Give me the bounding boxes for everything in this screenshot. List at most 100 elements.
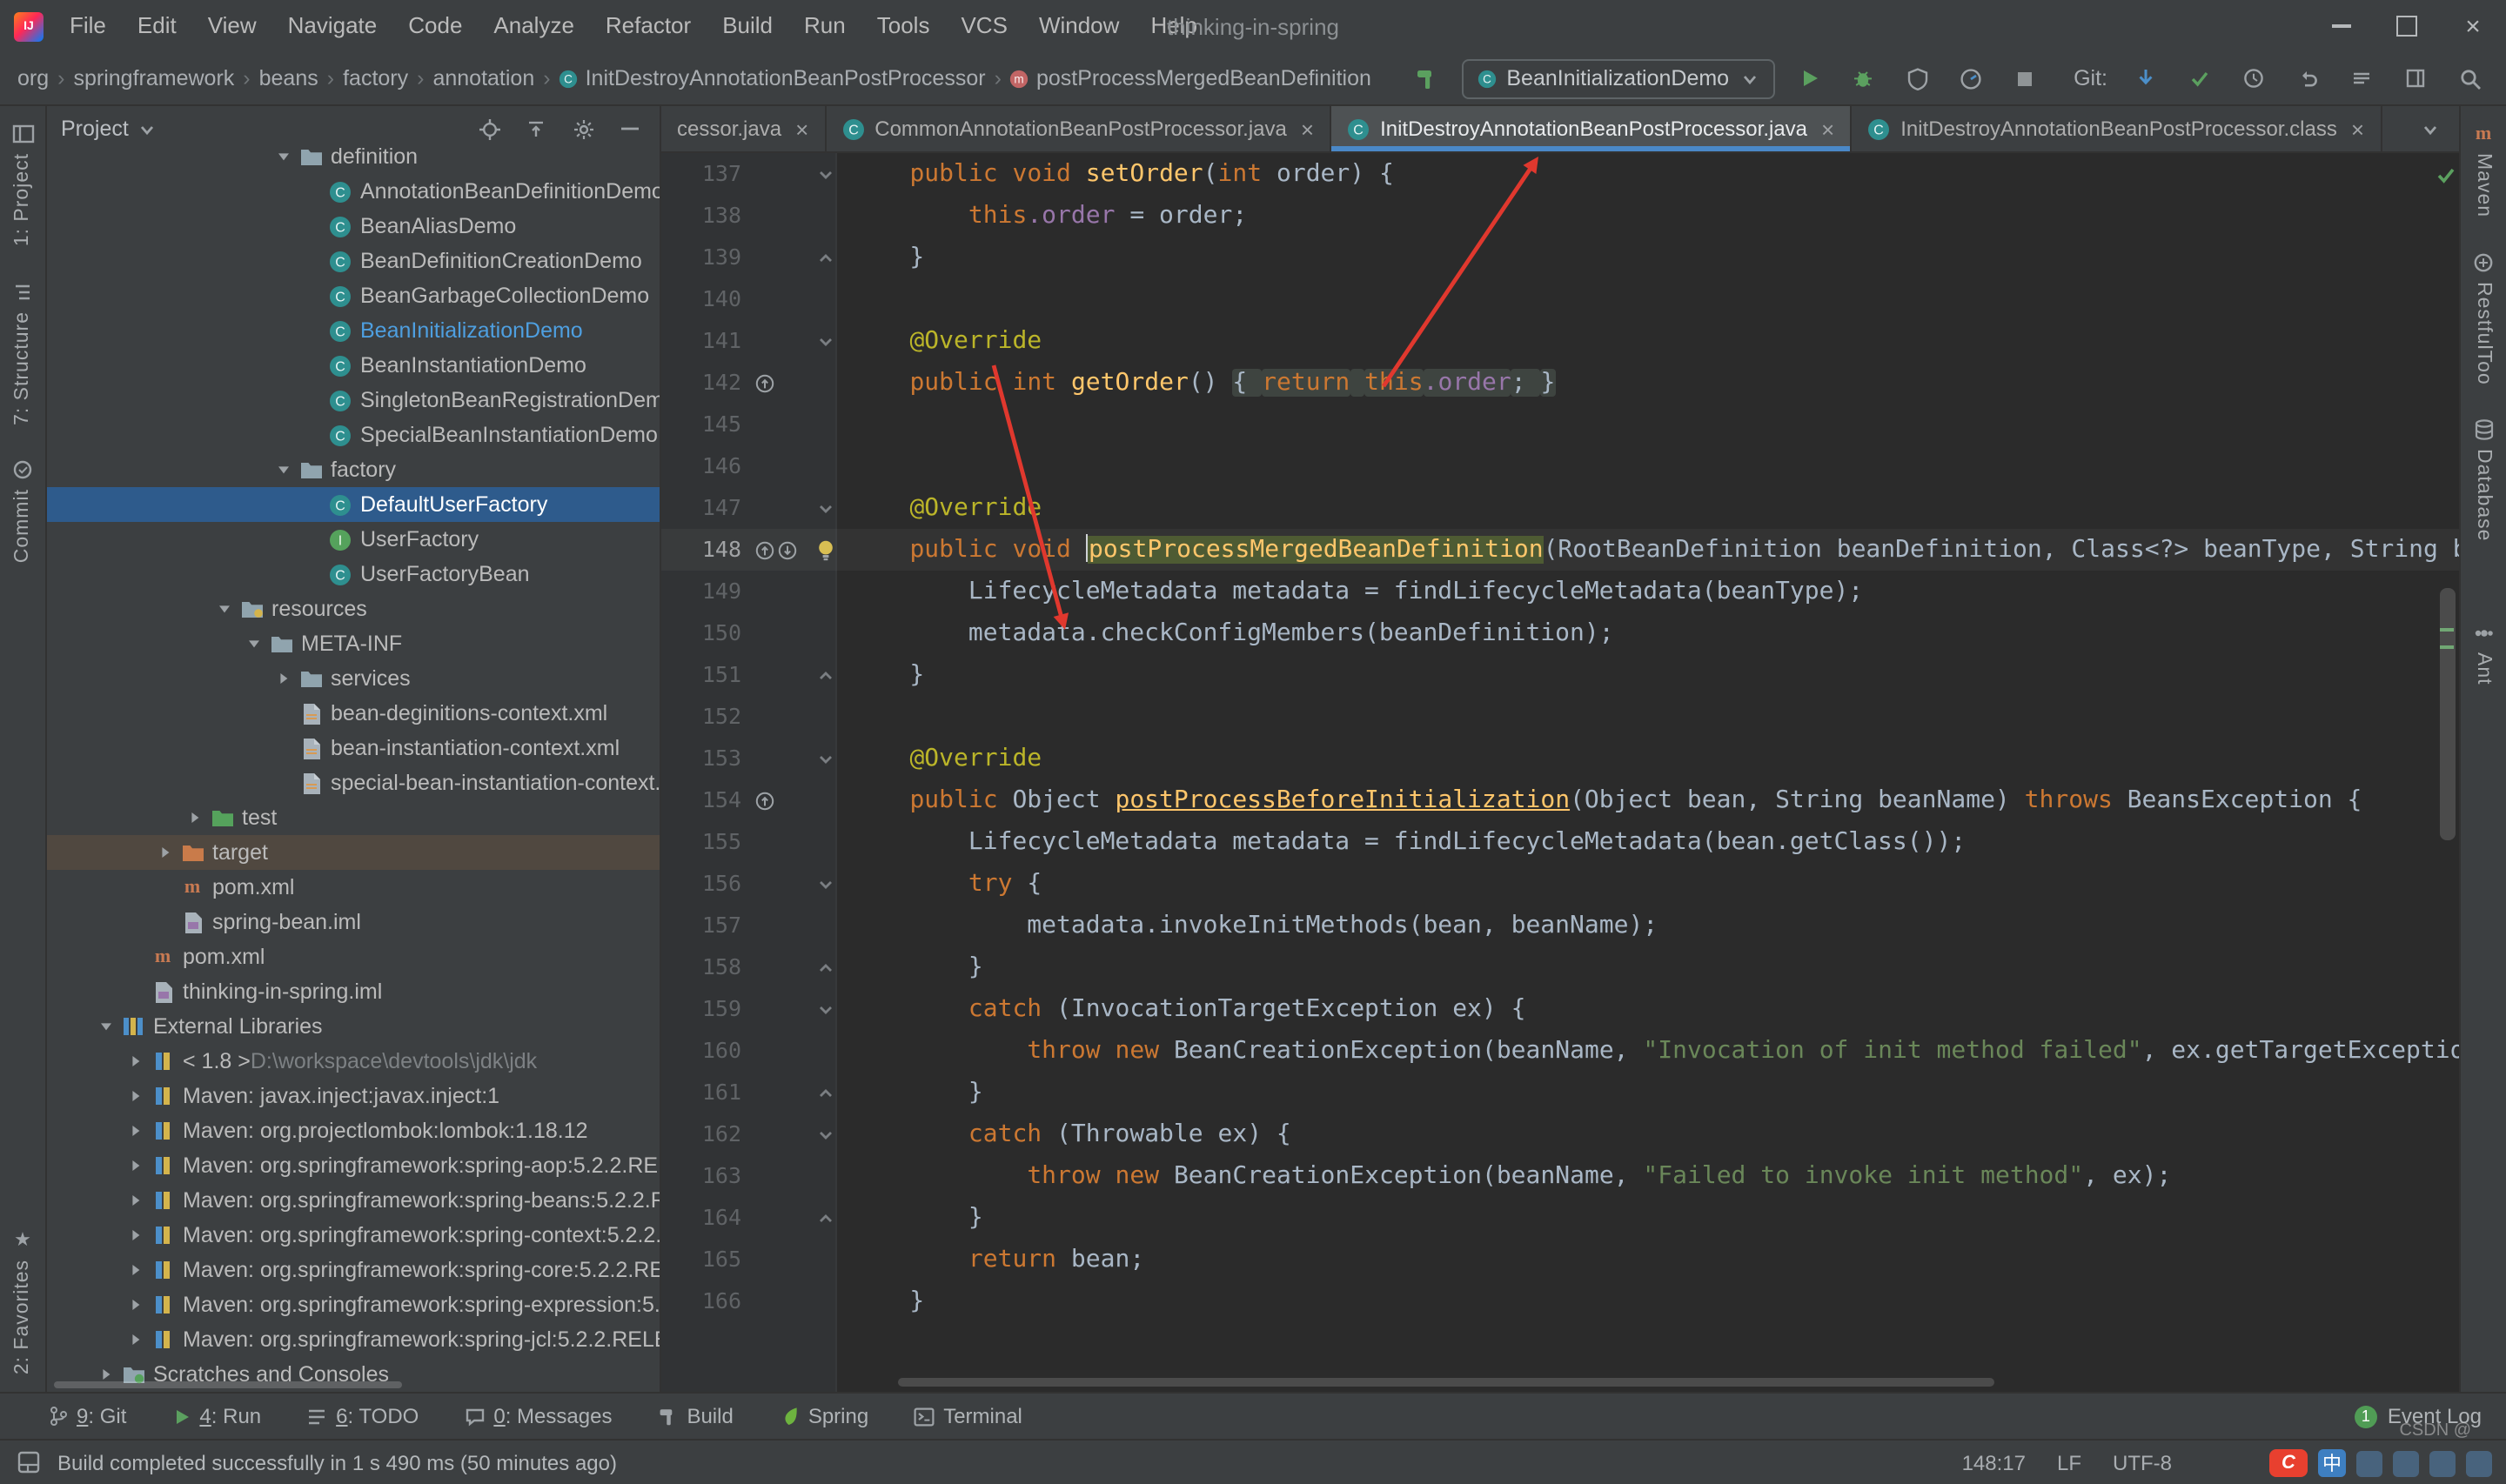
- line-number[interactable]: 159: [661, 988, 755, 1030]
- tree-item-maven-org-springframework-spring-expression-5-2-2[interactable]: Maven: org.springframework:spring-expres…: [47, 1287, 660, 1322]
- breadcrumb-item-initdestroyannotationbeanpostprocessor[interactable]: CInitDestroyAnnotationBeanPostProcessor: [559, 66, 986, 90]
- tree-item-beandefinitioncreationdemo[interactable]: CBeanDefinitionCreationDemo: [47, 244, 660, 278]
- tree-item-maven-org-springframework-spring-context-5-2-2-re[interactable]: Maven: org.springframework:spring-contex…: [47, 1218, 660, 1253]
- fold-down-icon[interactable]: [817, 1126, 833, 1142]
- tree-item-bean-instantiation-context-xml[interactable]: bean-instantiation-context.xml: [47, 731, 660, 765]
- tool-window-button-todo[interactable]: 6: TODO: [306, 1404, 419, 1428]
- run-button[interactable]: [1790, 59, 1828, 97]
- line-number[interactable]: 164: [661, 1197, 755, 1239]
- git-commit-button[interactable]: [2181, 59, 2219, 97]
- tree-item-meta-inf[interactable]: META-INF: [47, 626, 660, 661]
- code-text[interactable]: try {: [839, 863, 2459, 905]
- tree-item-pom-xml[interactable]: mpom.xml: [47, 939, 660, 974]
- overriding-method-icon[interactable]: [755, 791, 774, 810]
- tree-item-maven-org-springframework-spring-core-5-2-2-relea[interactable]: Maven: org.springframework:spring-core:5…: [47, 1253, 660, 1287]
- tree-item-singletonbeanregistrationdemo[interactable]: CSingletonBeanRegistrationDemo: [47, 383, 660, 418]
- code-text[interactable]: throw new BeanCreationException(beanName…: [839, 1030, 2459, 1072]
- debug-button[interactable]: [1844, 59, 1882, 97]
- code-line-162[interactable]: 162 catch (Throwable ex) {: [661, 1113, 2459, 1155]
- git-search-button[interactable]: [2450, 59, 2489, 97]
- tree-item-test[interactable]: test: [47, 800, 660, 835]
- tree-item-specialbeaninstantiationdemo[interactable]: CSpecialBeanInstantiationDemo: [47, 418, 660, 452]
- code-line-159[interactable]: 159 catch (InvocationTargetException ex)…: [661, 988, 2459, 1030]
- code-text[interactable]: @Override: [839, 320, 2459, 362]
- code-line-161[interactable]: 161 }: [661, 1072, 2459, 1113]
- collapsed-arrow-icon[interactable]: [153, 844, 178, 861]
- menu-build[interactable]: Build: [707, 0, 788, 52]
- code-text[interactable]: this.order = order;: [839, 195, 2459, 237]
- line-number[interactable]: 142: [661, 362, 755, 404]
- collapsed-arrow-icon[interactable]: [124, 1192, 148, 1209]
- code-text[interactable]: catch (Throwable ex) {: [839, 1113, 2459, 1155]
- close-tab-icon[interactable]: ×: [1818, 116, 1834, 142]
- line-number[interactable]: 166: [661, 1280, 755, 1322]
- fold-down-icon[interactable]: [817, 166, 833, 182]
- tree-item-bean-deginitions-context-xml[interactable]: bean-deginitions-context.xml: [47, 696, 660, 731]
- collapsed-arrow-icon[interactable]: [124, 1296, 148, 1314]
- collapsed-arrow-icon[interactable]: [124, 1053, 148, 1070]
- git-layout-button[interactable]: [2396, 59, 2435, 97]
- code-line-164[interactable]: 164 }: [661, 1197, 2459, 1239]
- code-text[interactable]: }: [839, 654, 2459, 696]
- tree-item-pom-xml[interactable]: mpom.xml: [47, 870, 660, 905]
- menu-refactor[interactable]: Refactor: [590, 0, 707, 52]
- code-line-154[interactable]: 154 public Object postProcessBeforeIniti…: [661, 779, 2459, 821]
- collapsed-arrow-icon[interactable]: [271, 670, 296, 687]
- code-line-155[interactable]: 155 LifecycleMetadata metadata = findLif…: [661, 821, 2459, 863]
- expanded-arrow-icon[interactable]: [212, 600, 237, 618]
- tool-window-button-maven[interactable]: mMaven: [2473, 124, 2494, 217]
- overridden-method-icon[interactable]: [778, 540, 797, 559]
- tree-item-beaninstantiationdemo[interactable]: CBeanInstantiationDemo: [47, 348, 660, 383]
- tree-item-userfactorybean[interactable]: CUserFactoryBean: [47, 557, 660, 592]
- editor-tab-initdestroyannotationbeanpostprocessor-java[interactable]: CInitDestroyAnnotationBeanPostProcessor.…: [1331, 106, 1852, 151]
- line-number[interactable]: 155: [661, 821, 755, 863]
- tree-item-spring-bean-iml[interactable]: spring-bean.iml: [47, 905, 660, 939]
- fold-up-icon[interactable]: [817, 667, 833, 683]
- tree-item-special-bean-instantiation-context-xml[interactable]: special-bean-instantiation-context.xml: [47, 765, 660, 800]
- tool-window-button-1-project[interactable]: 1: Project: [11, 124, 34, 246]
- code-text[interactable]: public void setOrder(int order) {: [839, 153, 2459, 195]
- line-number[interactable]: 137: [661, 153, 755, 195]
- line-number[interactable]: 140: [661, 278, 755, 320]
- code-text[interactable]: @Override: [839, 487, 2459, 529]
- horizontal-scrollbar[interactable]: [898, 1378, 1994, 1387]
- tool-window-button-messages[interactable]: 0: Messages: [464, 1404, 612, 1428]
- code-line-147[interactable]: 147 @Override: [661, 487, 2459, 529]
- line-number[interactable]: 151: [661, 654, 755, 696]
- breadcrumb-item-springframework[interactable]: springframework: [74, 66, 235, 90]
- tool-window-button-2-favorites[interactable]: ★2: Favorites: [12, 1228, 33, 1374]
- code-text[interactable]: }: [839, 1072, 2459, 1113]
- line-number[interactable]: 146: [661, 445, 755, 487]
- code-text[interactable]: }: [839, 946, 2459, 988]
- close-tab-icon[interactable]: ×: [1297, 116, 1314, 142]
- tool-window-button-run[interactable]: 4: Run: [171, 1404, 261, 1428]
- fold-down-icon[interactable]: [817, 500, 833, 516]
- profiler-button[interactable]: [1952, 59, 1990, 97]
- code-line-163[interactable]: 163 throw new BeanCreationException(bean…: [661, 1155, 2459, 1197]
- code-text[interactable]: catch (InvocationTargetException ex) {: [839, 988, 2459, 1030]
- collapsed-arrow-icon[interactable]: [124, 1261, 148, 1279]
- code-text[interactable]: }: [839, 1197, 2459, 1239]
- stop-button[interactable]: [2006, 59, 2044, 97]
- code-text[interactable]: return bean;: [839, 1239, 2459, 1280]
- inspections-ok-icon[interactable]: [2436, 162, 2456, 193]
- menu-edit[interactable]: Edit: [122, 0, 192, 52]
- run-configuration-select[interactable]: CBeanInitializationDemo: [1461, 58, 1774, 98]
- line-number[interactable]: 158: [661, 946, 755, 988]
- collapsed-arrow-icon[interactable]: [124, 1157, 148, 1174]
- tree-item-definition[interactable]: definition: [47, 139, 660, 174]
- code-text[interactable]: }: [839, 1280, 2459, 1322]
- tree-item-maven-org-springframework-spring-beans-5-2-2-reli[interactable]: Maven: org.springframework:spring-beans:…: [47, 1183, 660, 1218]
- code-line-146[interactable]: 146: [661, 445, 2459, 487]
- tree-item-beaninitializationdemo[interactable]: CBeanInitializationDemo: [47, 313, 660, 348]
- tree-item-beangarbagecollectiondemo[interactable]: CBeanGarbageCollectionDemo: [47, 278, 660, 313]
- editor-body[interactable]: 137 public void setOrder(int order) {138…: [661, 153, 2459, 1392]
- tool-window-button-spring[interactable]: Spring: [779, 1404, 868, 1428]
- git-update-button[interactable]: [2127, 59, 2165, 97]
- expanded-arrow-icon[interactable]: [271, 461, 296, 478]
- git-history-button[interactable]: [2235, 59, 2273, 97]
- line-separator[interactable]: LF: [2057, 1450, 2081, 1474]
- collapsed-arrow-icon[interactable]: [94, 1366, 118, 1383]
- code-text[interactable]: public Object postProcessBeforeInitializ…: [839, 779, 2459, 821]
- tool-window-switcher-icon[interactable]: [17, 1451, 40, 1474]
